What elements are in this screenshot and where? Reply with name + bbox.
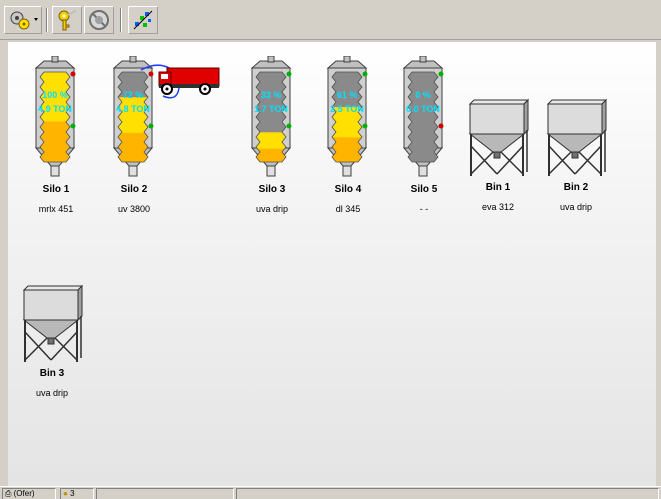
level-high-led: [70, 71, 76, 77]
silo-material: dl 345: [335, 204, 361, 214]
silo-tons: 4.9 TON: [38, 104, 72, 114]
bin-material: uva drip: [35, 388, 69, 398]
bin-3[interactable]: Bin 3 uva drip: [20, 282, 90, 402]
silo-tons: 1.7 TON: [254, 104, 288, 114]
silo-percent: 33 %: [261, 90, 282, 100]
bin-1[interactable]: Bin 1 eva 312: [466, 96, 536, 216]
silo-material: uva drip: [255, 204, 289, 214]
printer-icon: ⎙: [5, 489, 12, 498]
bin-graphic: [468, 98, 530, 176]
silo-graphic: 100 % 4.9 TON: [34, 56, 76, 177]
bin-name: Bin 1: [485, 182, 511, 193]
no-entry-button[interactable]: [84, 6, 114, 34]
level-high-led: [286, 71, 292, 77]
silo-material: uv 3800: [117, 204, 151, 214]
gear-icon: [10, 11, 38, 30]
count-label: 3: [70, 489, 75, 498]
bin-graphic: [546, 98, 608, 176]
level-high-led: [362, 71, 368, 77]
silo-tons: 2.5 TON: [330, 104, 364, 114]
toolbar-separator: [120, 8, 122, 32]
silo-tons: 0.0 TON: [406, 104, 440, 114]
bin-2[interactable]: Bin 2 uva drip: [544, 96, 614, 216]
bin-name: Bin 3: [39, 368, 65, 379]
bin-name: Bin 2: [563, 182, 589, 193]
silo-name: Silo 5: [410, 184, 438, 195]
silo-percent: 100 %: [42, 90, 68, 100]
scatter-icon: [133, 10, 153, 30]
status-empty-1: [96, 488, 234, 499]
level-high-led: [438, 71, 444, 77]
silo-percent: 0 %: [415, 90, 431, 100]
silo-tons: 4.8 TON: [116, 104, 150, 114]
silo-1[interactable]: 100 % 4.9 TON Silo 1 mrlx 451: [28, 56, 98, 226]
silo-name: Silo 4: [334, 184, 362, 195]
level-low-led: [362, 123, 368, 129]
silo-material: mrlx 451: [38, 204, 74, 214]
key-button[interactable]: [52, 6, 82, 34]
level-low-led: [286, 123, 292, 129]
toolbar-separator: [46, 8, 48, 32]
level-low-led: [148, 123, 154, 129]
silo-4[interactable]: 61 % 2.5 TON Silo 4 dl 345: [320, 56, 390, 226]
status-empty-2: [236, 488, 659, 499]
silo-canvas: 100 % 4.9 TON Silo 1 mrlx 451 72 % 4.8 TON Sil…: [8, 42, 656, 486]
silo-graphic: 61 % 2.5 TON: [326, 56, 368, 177]
silo-percent: 61 %: [337, 90, 358, 100]
bin-material: eva 312: [481, 202, 515, 212]
silo-3[interactable]: 33 % 1.7 TON Silo 3 uva drip: [244, 56, 314, 226]
gear-button[interactable]: [4, 6, 42, 34]
silo-name: Silo 2: [120, 184, 148, 195]
status-bar: ⎙ (Ofer) ● 3: [0, 486, 661, 499]
silo-name: Silo 3: [258, 184, 286, 195]
level-low-led: [438, 123, 444, 129]
silo-material: - -: [419, 204, 429, 214]
bin-material: uva drip: [559, 202, 593, 212]
key-icon: [58, 9, 77, 31]
level-low-led: [70, 123, 76, 129]
bin-graphic: [22, 284, 84, 362]
truck-icon[interactable]: [133, 62, 223, 102]
connection-label: (Ofer): [13, 489, 35, 498]
no-entry-icon: [89, 10, 109, 30]
toolbar: [0, 0, 661, 40]
connection-status: ⎙ (Ofer): [2, 488, 56, 499]
count-status: ● 3: [60, 488, 94, 499]
silo-graphic: 0 % 0.0 TON: [402, 56, 444, 177]
silo-5[interactable]: 0 % 0.0 TON Silo 5 - -: [396, 56, 466, 226]
lock-icon: ●: [63, 489, 68, 498]
silo-graphic: 33 % 1.7 TON: [250, 56, 292, 177]
silo-name: Silo 1: [42, 184, 70, 195]
scatter-button[interactable]: [128, 6, 158, 34]
